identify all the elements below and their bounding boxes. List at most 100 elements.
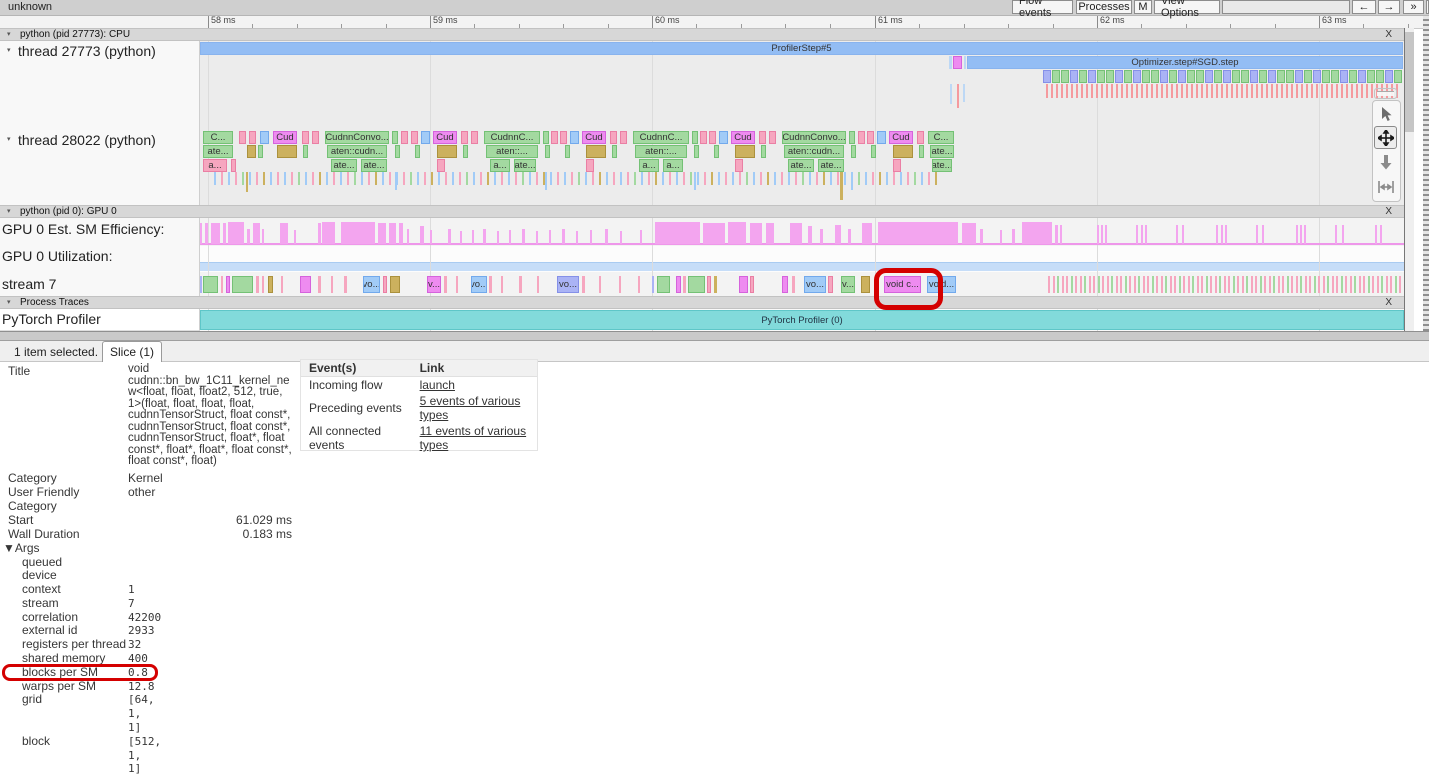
trace-slice[interactable] xyxy=(389,172,391,185)
trace-slice[interactable] xyxy=(586,159,594,172)
trace-slice[interactable] xyxy=(392,131,398,144)
trace-slice[interactable] xyxy=(1126,84,1128,98)
trace-slice[interactable] xyxy=(411,131,418,144)
trace-slice[interactable] xyxy=(1390,276,1392,293)
trace-slice[interactable] xyxy=(599,276,601,293)
trace-slice[interactable] xyxy=(1071,84,1073,98)
trace-slice[interactable] xyxy=(1166,84,1168,98)
trace-slice[interactable] xyxy=(963,84,965,102)
trace-slice[interactable] xyxy=(1321,84,1323,98)
args-section-header[interactable]: ▼Args xyxy=(3,541,292,556)
trace-slice[interactable] xyxy=(1354,276,1356,293)
trace-slice[interactable] xyxy=(494,172,496,185)
trace-slice[interactable] xyxy=(1210,276,1212,293)
trace-slice[interactable] xyxy=(781,172,783,185)
trace-slice[interactable] xyxy=(452,172,454,185)
trace-slice[interactable] xyxy=(1313,70,1321,83)
trace-slice[interactable] xyxy=(886,172,888,185)
trace-slice[interactable] xyxy=(586,145,606,158)
trace-slice[interactable] xyxy=(1086,84,1088,98)
trace-slice[interactable] xyxy=(1098,276,1100,293)
collapse-icon[interactable]: ▾ xyxy=(7,207,11,215)
trace-slice[interactable]: Cud xyxy=(731,131,755,144)
trace-slice[interactable] xyxy=(1336,84,1338,98)
trace-slice[interactable] xyxy=(746,172,748,185)
trace-slice[interactable] xyxy=(1124,70,1132,83)
trace-slice[interactable] xyxy=(1141,84,1143,98)
trace-slice[interactable] xyxy=(1282,276,1284,293)
trace-slice[interactable]: C... xyxy=(203,131,233,144)
trace-slice[interactable] xyxy=(1314,276,1316,293)
trace-slice[interactable] xyxy=(268,276,273,293)
trace-slice[interactable] xyxy=(1306,84,1308,98)
trace-slice[interactable] xyxy=(1062,276,1064,293)
trace-slice[interactable] xyxy=(557,172,559,185)
trace-slice[interactable]: v... xyxy=(427,276,441,293)
forward-button[interactable]: → xyxy=(1378,0,1400,14)
trace-slice[interactable] xyxy=(1201,84,1203,98)
trace-slice[interactable] xyxy=(1131,84,1133,98)
trace-slice[interactable]: ate... xyxy=(932,159,952,172)
trace-slice[interactable] xyxy=(1178,70,1186,83)
close-icon[interactable]: X xyxy=(1385,206,1392,217)
trace-slice[interactable] xyxy=(914,172,916,185)
trace-slice[interactable] xyxy=(578,172,580,185)
trace-slice[interactable] xyxy=(1241,84,1243,98)
trace-slice[interactable] xyxy=(634,172,636,185)
trace-slice[interactable] xyxy=(1102,276,1104,293)
trace-slice[interactable] xyxy=(1174,276,1176,293)
process-header-traces[interactable]: ▾ Process Traces X xyxy=(0,296,1406,309)
trace-slice[interactable] xyxy=(1205,70,1213,83)
trace-slice[interactable] xyxy=(1386,276,1388,293)
trace-slice[interactable] xyxy=(1079,70,1087,83)
trace-slice[interactable] xyxy=(620,172,622,185)
trace-slice[interactable] xyxy=(1286,70,1294,83)
trace-slice[interactable] xyxy=(1332,276,1334,293)
collapse-icon[interactable]: ▾ xyxy=(7,46,11,54)
trace-slice[interactable] xyxy=(928,172,930,185)
trace-slice[interactable] xyxy=(571,172,573,185)
collapse-icon[interactable]: ▾ xyxy=(7,135,11,143)
trace-slice[interactable] xyxy=(263,172,265,185)
trace-slice[interactable] xyxy=(849,131,855,144)
more-button[interactable]: » xyxy=(1403,0,1424,14)
trace-slice[interactable]: vo... xyxy=(471,276,487,293)
trace-slice[interactable] xyxy=(232,276,253,293)
timing-tool-icon[interactable] xyxy=(1374,175,1397,198)
trace-slice[interactable] xyxy=(694,172,696,190)
trace-slice[interactable] xyxy=(753,172,755,185)
trace-slice[interactable] xyxy=(1268,70,1276,83)
trace-slice[interactable] xyxy=(1300,276,1302,293)
trace-slice[interactable] xyxy=(249,172,251,185)
trace-slice[interactable] xyxy=(714,276,717,293)
trace-slice[interactable] xyxy=(258,145,263,158)
trace-slice[interactable] xyxy=(368,172,370,185)
trace-slice[interactable] xyxy=(1271,84,1273,98)
trace-slice[interactable] xyxy=(1081,84,1083,98)
trace-slice[interactable] xyxy=(1340,70,1348,83)
trace-slice[interactable] xyxy=(1106,70,1114,83)
trace-slice[interactable] xyxy=(1116,276,1118,293)
trace-slice[interactable] xyxy=(641,172,643,185)
trace-slice[interactable] xyxy=(718,172,720,185)
trace-slice[interactable] xyxy=(262,276,264,293)
trace-slice[interactable] xyxy=(466,172,468,185)
trace-slice[interactable] xyxy=(1151,84,1153,98)
trace-slice[interactable] xyxy=(303,145,308,158)
trace-slice[interactable] xyxy=(1143,276,1145,293)
trace-slice[interactable] xyxy=(1161,276,1163,293)
trace-slice[interactable] xyxy=(415,145,420,158)
trace-slice[interactable] xyxy=(1048,276,1050,293)
trace-slice[interactable] xyxy=(333,172,335,185)
trace-slice[interactable] xyxy=(823,172,825,185)
trace-slice[interactable] xyxy=(1156,84,1158,98)
trace-slice[interactable] xyxy=(1043,70,1051,83)
trace-slice[interactable] xyxy=(1057,276,1059,293)
trace-slice[interactable] xyxy=(877,131,886,144)
trace-slice[interactable] xyxy=(893,172,895,185)
trace-slice[interactable] xyxy=(312,172,314,185)
trace-slice[interactable] xyxy=(1151,70,1159,83)
event-link[interactable]: 11 events of various types xyxy=(412,423,537,453)
trace-slice[interactable] xyxy=(1309,276,1311,293)
trace-slice[interactable] xyxy=(759,131,766,144)
